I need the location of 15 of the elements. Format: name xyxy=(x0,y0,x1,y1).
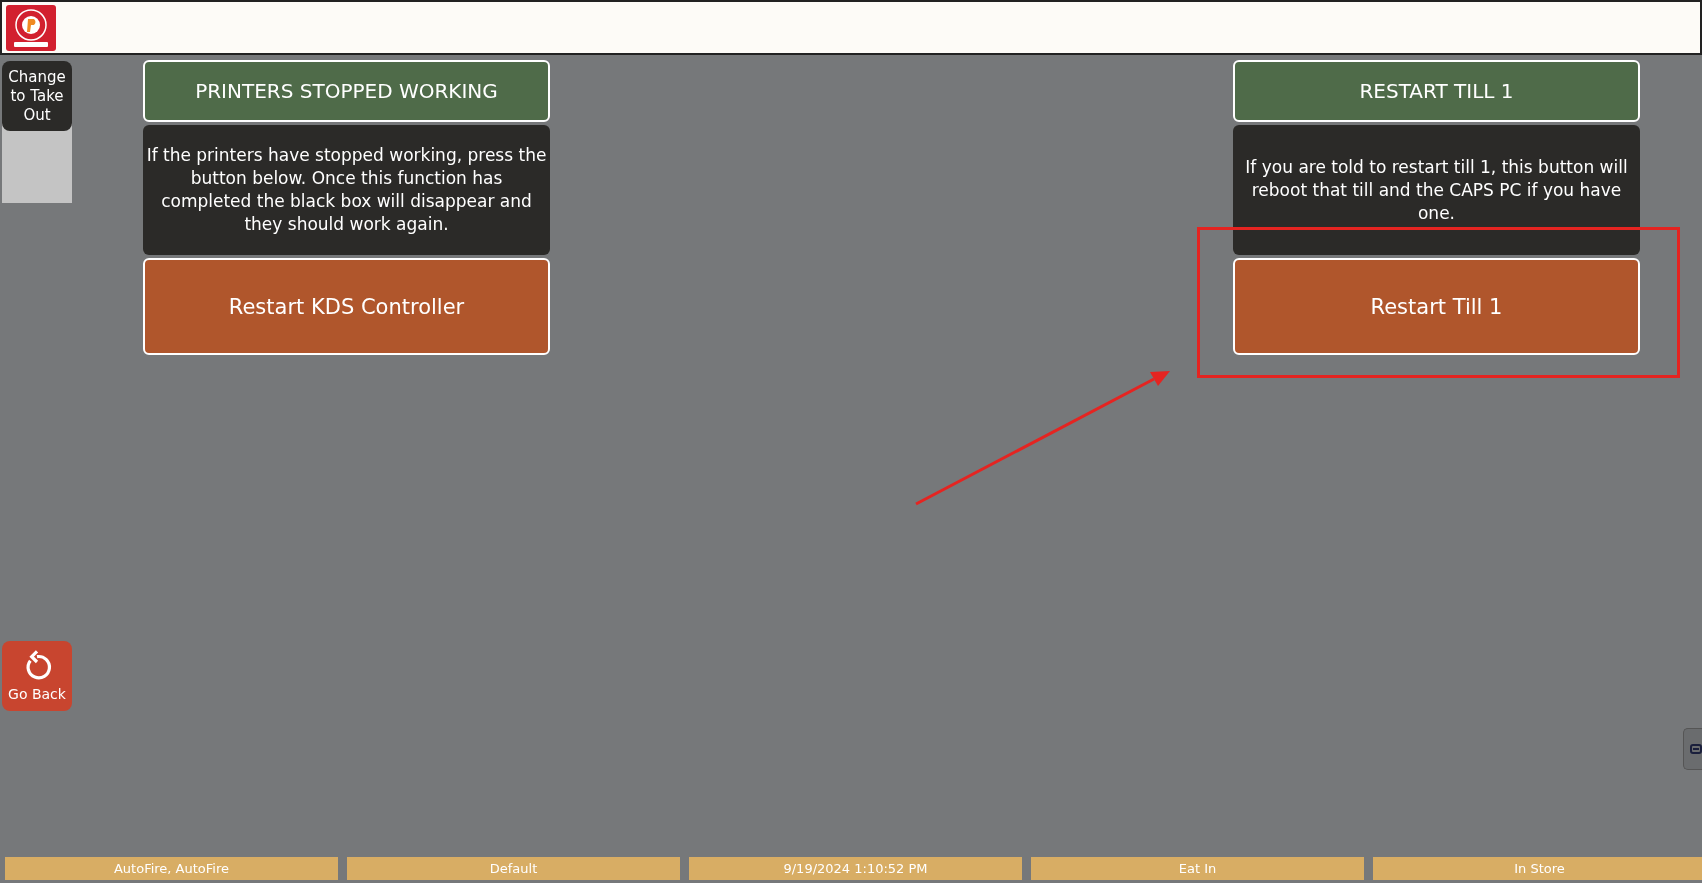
status-item: Eat In xyxy=(1031,857,1364,880)
side-tab[interactable] xyxy=(1683,728,1702,770)
status-item: 9/19/2024 1:10:52 PM xyxy=(689,857,1022,880)
change-to-take-out-button[interactable]: Change to Take Out xyxy=(2,61,72,131)
go-back-button[interactable]: Go Back xyxy=(2,641,72,711)
card-description: If you are told to restart till 1, this button will reboot that till and the CAPS PC if you have one. xyxy=(1233,125,1640,255)
card-title: PRINTERS STOPPED WORKING xyxy=(143,60,550,122)
restart-button[interactable]: Restart Till 1 xyxy=(1233,258,1640,355)
status-item: Default xyxy=(347,857,680,880)
status-item: AutoFire, AutoFire xyxy=(5,857,338,880)
card-title: RESTART TILL 1 xyxy=(1233,60,1640,122)
restart-button[interactable]: Restart KDS Controller xyxy=(143,258,550,355)
minus-icon xyxy=(1690,744,1702,754)
card-description: If the printers have stopped working, press the button below. Once this function has completed the black box will disappear and they should work again. xyxy=(143,125,550,255)
status-item: In Store xyxy=(1373,857,1702,880)
